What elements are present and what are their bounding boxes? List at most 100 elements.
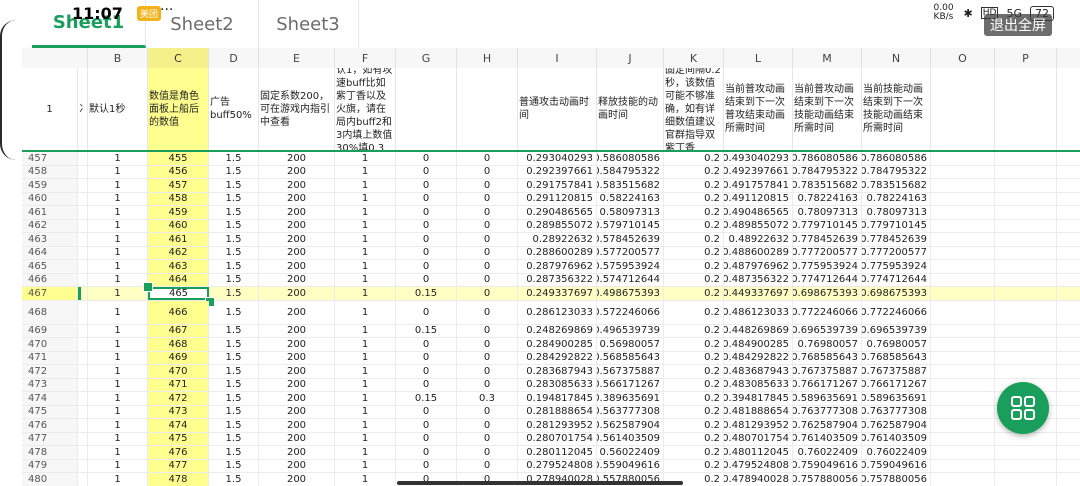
cell-j[interactable]: 0.572246066 xyxy=(597,300,664,324)
cell-j[interactable]: 0.574712644 xyxy=(597,273,664,286)
cell-n[interactable]: 0.696539739 xyxy=(862,324,931,337)
cell-j[interactable]: 0.496539739 xyxy=(597,324,664,337)
header-cell-o[interactable] xyxy=(931,68,995,150)
cell-g[interactable]: 0 xyxy=(396,152,457,165)
cell-n[interactable]: 0.783515682 xyxy=(862,179,931,192)
row-number[interactable]: 472 xyxy=(22,365,78,378)
cell-m[interactable]: 0.76022409 xyxy=(793,446,862,459)
cell-h[interactable]: 0 xyxy=(457,287,518,300)
cell-j[interactable]: 0.584795322 xyxy=(597,165,664,178)
cell-n[interactable]: 0.766171267 xyxy=(862,378,931,391)
cell-k[interactable]: 0.2 xyxy=(664,405,724,418)
cell-g[interactable]: 0.15 xyxy=(396,324,457,337)
header-cell-h[interactable] xyxy=(457,68,518,150)
cell-j[interactable]: 0.583515682 xyxy=(597,179,664,192)
cell-i[interactable]: 0.248269869 xyxy=(518,324,597,337)
cell-e[interactable]: 200 xyxy=(259,473,335,486)
cell-j[interactable]: 0.577200577 xyxy=(597,246,664,259)
cell-g[interactable]: 0 xyxy=(396,219,457,232)
column-letter-g[interactable]: G xyxy=(396,48,457,68)
cell-k[interactable]: 0.2 xyxy=(664,338,724,351)
cell-p[interactable] xyxy=(995,219,1057,232)
cell-h[interactable]: 0 xyxy=(457,432,518,445)
cell-k[interactable]: 0.2 xyxy=(664,324,724,337)
cell-f[interactable]: 1 xyxy=(335,459,396,472)
cell-l[interactable]: 0.449337697 xyxy=(724,287,793,300)
cell-g[interactable]: 0 xyxy=(396,165,457,178)
cell-j[interactable]: 0.498675393 xyxy=(597,287,664,300)
cell-f[interactable]: 1 xyxy=(335,165,396,178)
row-number[interactable]: 470 xyxy=(22,338,78,351)
row-number[interactable]: 458 xyxy=(22,165,78,178)
cell-f[interactable]: 1 xyxy=(335,405,396,418)
cell-i[interactable]: 0.284900285 xyxy=(518,338,597,351)
cell-g[interactable]: 0 xyxy=(396,446,457,459)
cell-o[interactable] xyxy=(931,419,995,432)
cell-g[interactable]: 0 xyxy=(396,192,457,205)
cell-b[interactable]: 1 xyxy=(88,300,148,324)
cell-i[interactable]: 0.28922632 xyxy=(518,233,597,246)
cell-e[interactable]: 200 xyxy=(259,365,335,378)
column-letter-k[interactable]: K xyxy=(664,48,724,68)
cell-h[interactable]: 0 xyxy=(457,419,518,432)
cell-m[interactable]: 0.757880056 xyxy=(793,473,862,486)
cell-b[interactable]: 1 xyxy=(88,165,148,178)
cell-k[interactable]: 0.2 xyxy=(664,152,724,165)
cell-o[interactable] xyxy=(931,192,995,205)
cell-l[interactable]: 0.487356322 xyxy=(724,273,793,286)
cell-o[interactable] xyxy=(931,405,995,418)
cell-e[interactable]: 200 xyxy=(259,287,335,300)
cell-a[interactable] xyxy=(78,459,88,472)
cell-p[interactable] xyxy=(995,324,1057,337)
cell-a[interactable] xyxy=(78,246,88,259)
selection-handle-top[interactable] xyxy=(143,282,153,292)
column-letter-c[interactable]: C xyxy=(148,48,209,68)
row-number[interactable]: 460 xyxy=(22,192,78,205)
cell-a[interactable] xyxy=(78,165,88,178)
cell-p[interactable] xyxy=(995,152,1057,165)
cell-l[interactable]: 0.478940028 xyxy=(724,473,793,486)
row-number[interactable]: 461 xyxy=(22,206,78,219)
cell-g[interactable]: 0 xyxy=(396,246,457,259)
cell-b[interactable]: 1 xyxy=(88,246,148,259)
header-cell-n[interactable]: 当前技能动画结束到下一次技能动画结束所需时间 xyxy=(862,68,931,150)
header-cell-b[interactable]: 默认1秒 xyxy=(88,68,148,150)
cell-k[interactable]: 0.2 xyxy=(664,365,724,378)
cell-l[interactable]: 0.48922632 xyxy=(724,233,793,246)
cell-m[interactable]: 0.76980057 xyxy=(793,338,862,351)
cell-l[interactable]: 0.483085633 xyxy=(724,378,793,391)
cell-p[interactable] xyxy=(995,233,1057,246)
cell-m[interactable]: 0.698675393 xyxy=(793,287,862,300)
cell-c[interactable]: 477 xyxy=(148,459,209,472)
cell-i[interactable]: 0.283687943 xyxy=(518,365,597,378)
cell-b[interactable]: 1 xyxy=(88,392,148,405)
cell-c[interactable]: 462 xyxy=(148,246,209,259)
cell-f[interactable]: 1 xyxy=(335,338,396,351)
cell-d[interactable]: 1.5 xyxy=(209,219,259,232)
cell-o[interactable] xyxy=(931,351,995,364)
cell-e[interactable]: 200 xyxy=(259,459,335,472)
cell-g[interactable]: 0.15 xyxy=(396,392,457,405)
cell-f[interactable]: 1 xyxy=(335,179,396,192)
cell-e[interactable]: 200 xyxy=(259,351,335,364)
cell-k[interactable]: 0.2 xyxy=(664,233,724,246)
cell-p[interactable] xyxy=(995,287,1057,300)
cell-j[interactable]: 0.389635691 xyxy=(597,392,664,405)
cell-i[interactable]: 0.290486565 xyxy=(518,206,597,219)
column-letter-h[interactable]: H xyxy=(457,48,518,68)
cell-c[interactable]: 455 xyxy=(148,152,209,165)
cell-l[interactable]: 0.493040293 xyxy=(724,152,793,165)
cell-h[interactable]: 0 xyxy=(457,219,518,232)
cell-o[interactable] xyxy=(931,260,995,273)
cell-a[interactable] xyxy=(78,378,88,391)
cell-j[interactable]: 0.578452639 xyxy=(597,233,664,246)
cell-a[interactable] xyxy=(78,260,88,273)
cell-l[interactable]: 0.483687943 xyxy=(724,365,793,378)
cell-i[interactable]: 0.293040293 xyxy=(518,152,597,165)
cell-f[interactable]: 1 xyxy=(335,287,396,300)
cell-e[interactable]: 200 xyxy=(259,392,335,405)
cell-g[interactable]: 0 xyxy=(396,351,457,364)
cell-d[interactable]: 1.5 xyxy=(209,365,259,378)
cell-l[interactable]: 0.492397661 xyxy=(724,165,793,178)
cell-f[interactable]: 1 xyxy=(335,473,396,486)
